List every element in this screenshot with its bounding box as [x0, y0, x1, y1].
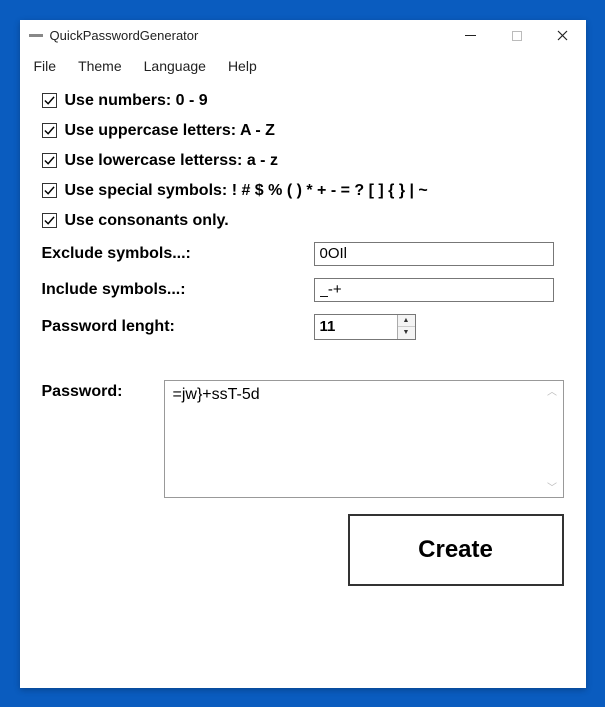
- window-controls: [448, 20, 586, 52]
- scroll-up-icon[interactable]: ︿: [544, 383, 561, 399]
- include-label: Include symbols...:: [42, 281, 314, 299]
- maximize-button[interactable]: [494, 20, 540, 52]
- scroll-down-icon[interactable]: ﹀: [544, 479, 561, 495]
- exclude-label: Exclude symbols...:: [42, 245, 314, 263]
- spinner-down-icon[interactable]: ▼: [398, 327, 415, 339]
- window-title: QuickPasswordGenerator: [50, 28, 448, 43]
- length-spinner[interactable]: 11 ▲ ▼: [314, 314, 416, 340]
- option-consonants-label: Use consonants only.: [65, 212, 229, 230]
- option-special: Use special symbols: ! # $ % ( ) * + - =…: [42, 182, 564, 200]
- menu-help[interactable]: Help: [228, 58, 257, 74]
- option-uppercase-label: Use uppercase letters: A - Z: [65, 122, 275, 140]
- menu-language[interactable]: Language: [144, 58, 206, 74]
- checkbox-lowercase[interactable]: [42, 153, 57, 168]
- include-input[interactable]: [314, 278, 554, 302]
- checkbox-special[interactable]: [42, 183, 57, 198]
- content-area: Use numbers: 0 - 9 Use uppercase letters…: [20, 82, 586, 688]
- option-special-label: Use special symbols: ! # $ % ( ) * + - =…: [65, 182, 428, 200]
- create-row: Create: [42, 514, 564, 586]
- checkbox-numbers[interactable]: [42, 93, 57, 108]
- titlebar: QuickPasswordGenerator: [20, 20, 586, 52]
- app-icon: [28, 28, 44, 44]
- spinner-up-icon[interactable]: ▲: [398, 315, 415, 328]
- option-uppercase: Use uppercase letters: A - Z: [42, 122, 564, 140]
- menubar: File Theme Language Help: [20, 52, 586, 82]
- minimize-button[interactable]: [448, 20, 494, 52]
- scrollbar[interactable]: ︿ ﹀: [544, 383, 561, 495]
- checkbox-consonants[interactable]: [42, 213, 57, 228]
- row-password: Password: =jw}+ssT-5d ︿ ﹀: [42, 380, 564, 498]
- close-button[interactable]: [540, 20, 586, 52]
- option-lowercase-label: Use lowercase letterss: a - z: [65, 152, 278, 170]
- app-window: QuickPasswordGenerator File Theme Langua…: [20, 20, 586, 688]
- row-exclude: Exclude symbols...:: [42, 242, 564, 266]
- password-label: Password:: [42, 380, 154, 498]
- option-lowercase: Use lowercase letterss: a - z: [42, 152, 564, 170]
- row-include: Include symbols...:: [42, 278, 564, 302]
- password-value: =jw}+ssT-5d: [173, 386, 260, 403]
- exclude-input[interactable]: [314, 242, 554, 266]
- length-label: Password lenght:: [42, 318, 314, 336]
- option-numbers: Use numbers: 0 - 9: [42, 92, 564, 110]
- checkbox-uppercase[interactable]: [42, 123, 57, 138]
- row-length: Password lenght: 11 ▲ ▼: [42, 314, 564, 340]
- menu-theme[interactable]: Theme: [78, 58, 122, 74]
- menu-file[interactable]: File: [34, 58, 57, 74]
- option-consonants: Use consonants only.: [42, 212, 564, 230]
- create-button[interactable]: Create: [348, 514, 564, 586]
- length-value[interactable]: 11: [315, 315, 397, 339]
- option-numbers-label: Use numbers: 0 - 9: [65, 92, 208, 110]
- password-output[interactable]: =jw}+ssT-5d ︿ ﹀: [164, 380, 564, 498]
